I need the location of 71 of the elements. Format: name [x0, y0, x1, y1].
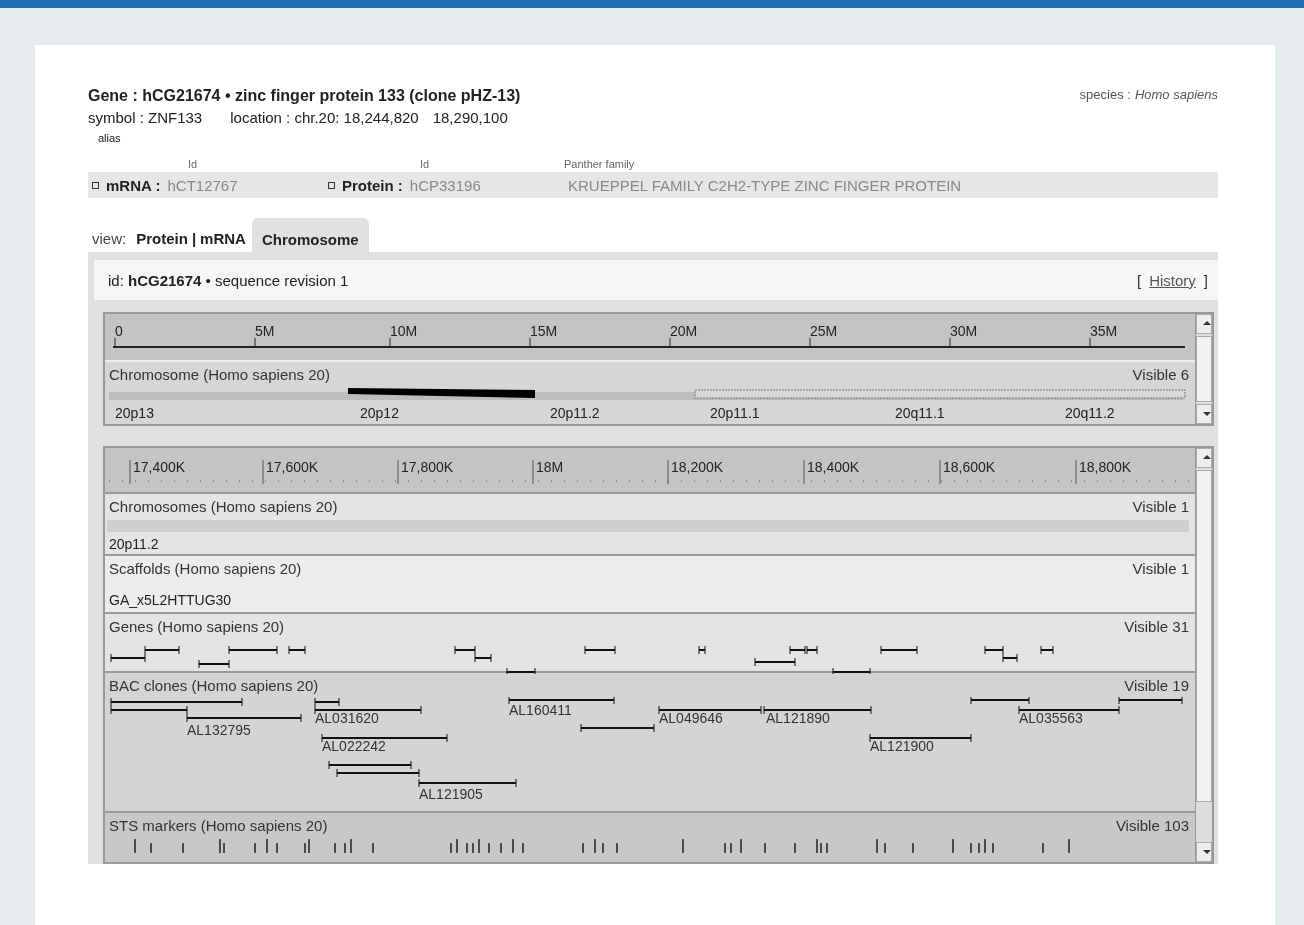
column-header: Panther family	[564, 158, 635, 170]
scaffold-label: GA_x5L2HTTUG30	[108, 591, 233, 610]
tick-label: 30M	[950, 323, 978, 339]
sequence-id-text: id: hCG21674 • sequence revision 1	[108, 271, 349, 289]
tick-label: 18,400K	[807, 459, 860, 475]
tick-label: 18,200K	[671, 459, 724, 475]
track-title: Chromosomes (Homo sapiens 20)	[109, 498, 338, 517]
tick-label: 18,800K	[1079, 459, 1132, 475]
history-link[interactable]: History	[1149, 271, 1196, 289]
symbol-text: symbol : ZNF133	[88, 109, 203, 126]
bullet-icon	[92, 181, 99, 189]
clone-label: AL121890	[766, 710, 830, 726]
track-title: STS markers (Homo sapiens 20)	[109, 817, 328, 836]
band-label: 20q11.1	[895, 405, 945, 421]
band-label: 20p11.1	[710, 405, 760, 421]
species-name: Homo sapiens	[1134, 87, 1218, 104]
column-header: Id	[188, 158, 199, 170]
visible-count: Visible 1	[1132, 498, 1189, 517]
band-label: 20p11.2	[550, 405, 600, 421]
clone-label: AL035563	[1019, 710, 1083, 726]
gene-title: Gene : hCG21674 • zinc finger protein 133 (clone pHZ-13)	[88, 87, 521, 105]
clone-label: AL121905	[419, 786, 483, 802]
tick-label: 18M	[536, 459, 564, 475]
scrollbar[interactable]	[1195, 448, 1212, 862]
clone-label: AL132795	[187, 722, 251, 738]
tick-label: 20M	[670, 323, 698, 339]
tick-label: 17,600K	[266, 459, 319, 475]
view-label: view:	[92, 230, 127, 247]
tick-label: 25M	[810, 323, 838, 339]
tick-label: 17,800K	[401, 459, 454, 475]
band-label: 20p13	[115, 405, 154, 421]
scrollbar[interactable]	[1195, 314, 1212, 424]
clone-label: AL031620	[315, 710, 379, 726]
location-text: location : chr.20: 18,244,820	[230, 109, 419, 126]
band-label: 20q11.2	[1065, 405, 1115, 421]
visible-count: Visible 19	[1124, 677, 1189, 696]
band-label: 20p11.2	[108, 535, 160, 554]
clone-label: AL121900	[870, 738, 934, 754]
clone-label: AL160411	[509, 702, 572, 718]
visible-count: Visible 103	[1115, 817, 1189, 836]
bracket-text: ]	[1203, 271, 1208, 289]
track-title: BAC clones (Homo sapiens 20)	[109, 677, 319, 696]
track-title: Chromosome (Homo sapiens 20)	[109, 366, 330, 385]
column-header: Id	[420, 158, 431, 170]
protein-label: Protein :	[342, 176, 403, 194]
visible-count: Visible 1	[1132, 560, 1189, 579]
tick-label: 15M	[530, 323, 558, 339]
tick-label: 10M	[390, 323, 418, 339]
tick-label: 35M	[1090, 323, 1118, 339]
species-label: species :	[1079, 87, 1131, 104]
tick-label: 17,400K	[133, 459, 186, 475]
mrna-label: mRNA :	[106, 176, 161, 194]
view-tab[interactable]: Protein	[136, 230, 188, 247]
tick-label: 5M	[255, 323, 275, 339]
track-title: Genes (Homo sapiens 20)	[109, 618, 285, 637]
clone-label: AL049646	[659, 710, 723, 726]
family-text: KRUEPPEL FAMILY C2H2-TYPE ZINC FINGER PROTEIN	[568, 176, 962, 194]
tick-label: 0	[115, 323, 123, 339]
view-tab[interactable]: Chromosome	[251, 218, 369, 252]
tab-separator: |	[191, 230, 197, 247]
clone-label: AL022242	[322, 738, 386, 754]
view-tab[interactable]: mRNA	[200, 230, 246, 247]
alias-label: alias	[98, 132, 122, 144]
location-end-text: 18,290,100	[432, 109, 508, 126]
track-title: Scaffolds (Homo sapiens 20)	[109, 560, 302, 579]
band-label: 20p12	[360, 405, 399, 421]
tick-label: 18,600K	[943, 459, 996, 475]
bracket-text: [	[1137, 271, 1142, 289]
bullet-icon	[328, 181, 335, 189]
visible-count: Visible 6	[1132, 366, 1189, 385]
visible-count: Visible 31	[1124, 618, 1189, 637]
